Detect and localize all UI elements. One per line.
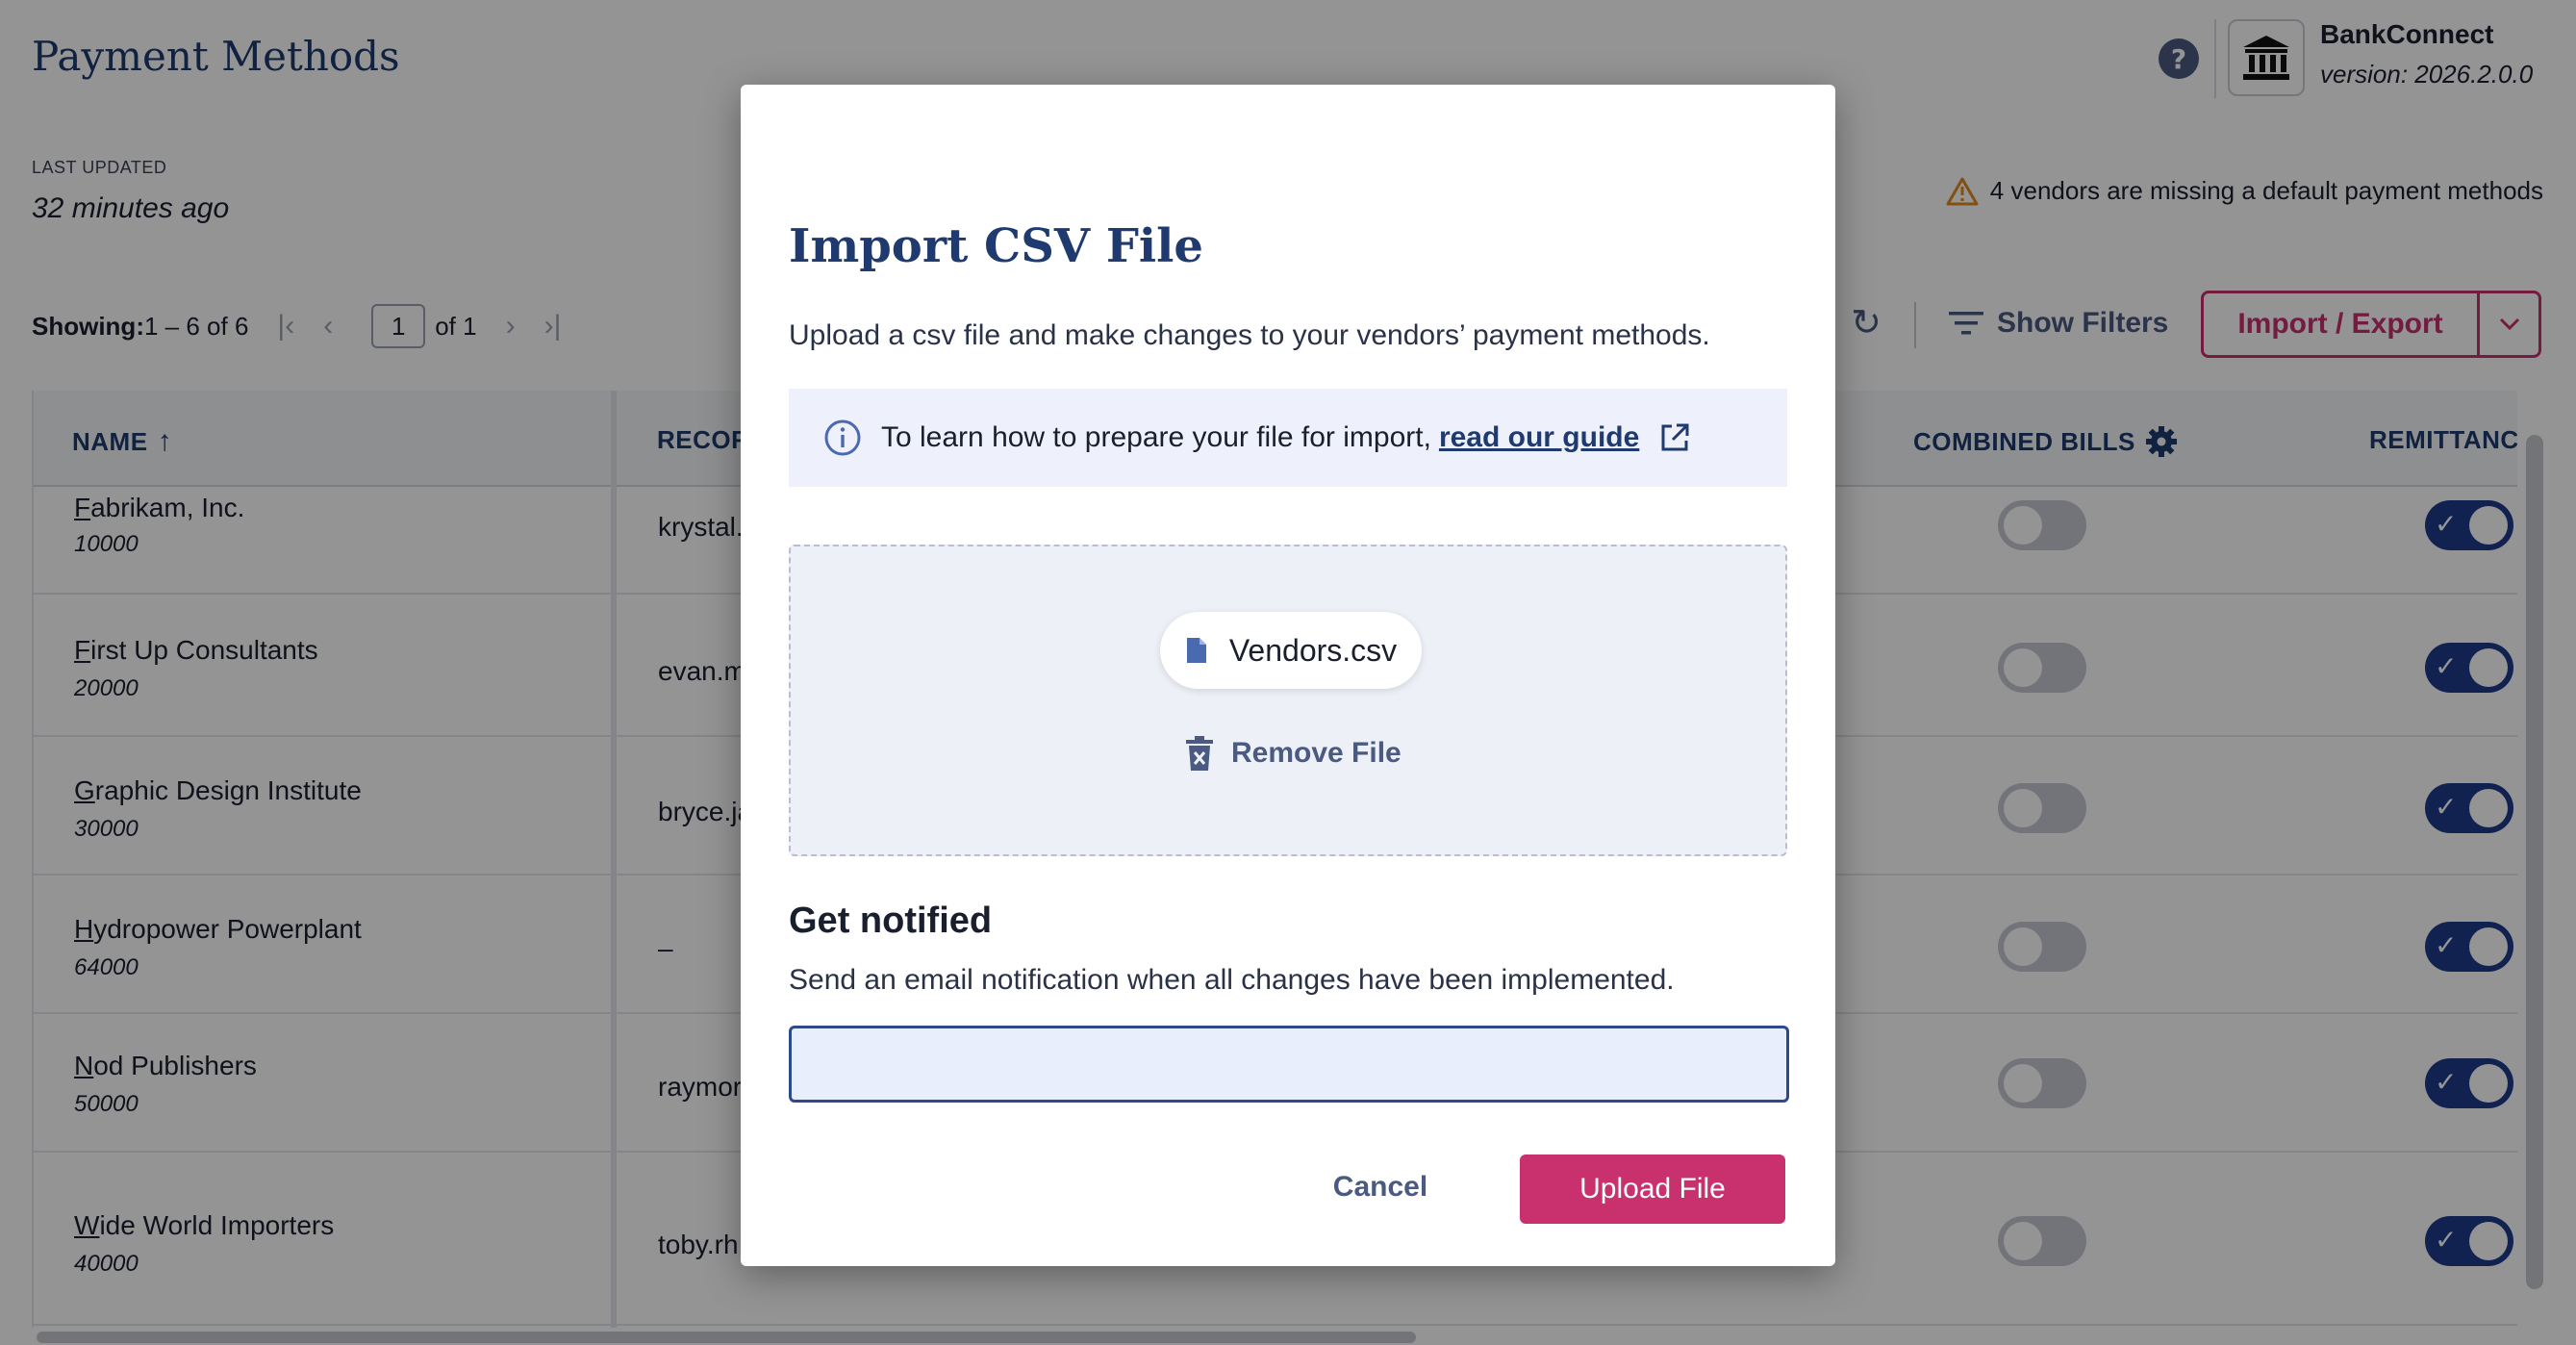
notify-description: Send an email notification when all chan…: [789, 964, 1675, 996]
import-csv-modal: Import CSV File Upload a csv file and ma…: [741, 85, 1835, 1266]
upload-file-button[interactable]: Upload File: [1520, 1155, 1785, 1224]
payment-methods-page: Payment Methods ? BankConnect version: 2…: [0, 0, 2576, 1345]
file-icon: [1186, 638, 1206, 663]
remove-file-label: Remove File: [1231, 737, 1402, 769]
file-name: Vendors.csv: [1228, 632, 1398, 668]
modal-description: Upload a csv file and make changes to yo…: [789, 319, 1710, 351]
modal-title: Import CSV File: [789, 219, 1203, 273]
notify-title: Get notified: [789, 901, 993, 941]
info-icon: [824, 419, 861, 456]
info-text: To learn how to prepare your file for im…: [881, 421, 1639, 454]
trash-icon: [1186, 736, 1213, 771]
read-guide-link[interactable]: read our guide: [1439, 421, 1639, 453]
notification-email-input[interactable]: [789, 1026, 1789, 1103]
file-drop-zone[interactable]: Vendors.csv Remove File: [789, 545, 1787, 856]
selected-file-chip: Vendors.csv: [1160, 612, 1422, 689]
import-guide-info: To learn how to prepare your file for im…: [789, 389, 1787, 487]
external-link-icon[interactable]: [1658, 421, 1691, 454]
remove-file-button[interactable]: Remove File: [1185, 735, 1402, 772]
cancel-button[interactable]: Cancel: [1318, 1153, 1443, 1222]
info-text-body: To learn how to prepare your file for im…: [881, 421, 1431, 453]
